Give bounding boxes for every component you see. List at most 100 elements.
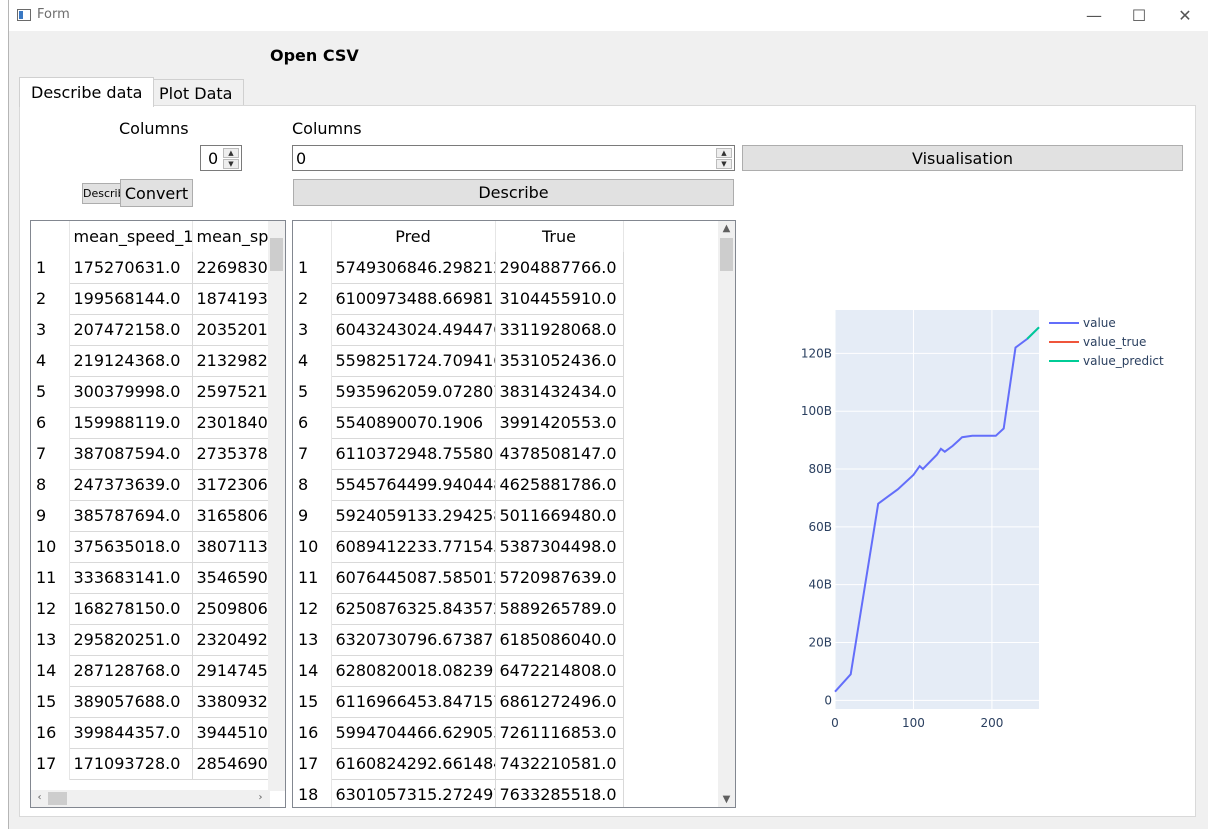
table-cell[interactable]: 6301057315.272497 [331, 779, 496, 807]
table-cell[interactable]: 5545764499.940448 [331, 469, 496, 501]
right-vertical-scrollbar[interactable]: ▲ ▼ [718, 221, 735, 807]
table-row[interactable]: 14 6280820018.082391 6472214808.0 [293, 655, 624, 687]
table-cell[interactable]: 3104455910.0 [495, 283, 624, 315]
table-row[interactable]: 15 389057688.0 33809322 [31, 686, 285, 718]
table-row[interactable]: 7 6110372948.755801 4378508147.0 [293, 438, 624, 470]
table-row[interactable]: 17 6160824292.661484 7432210581.0 [293, 748, 624, 780]
table-cell[interactable]: 389057688.0 [69, 686, 193, 718]
table-cell[interactable]: 6185086040.0 [495, 624, 624, 656]
table-cell[interactable]: 295820251.0 [69, 624, 193, 656]
left-data-table[interactable]: mean_speed_1 mean_spe 1 175270631.0 226983… [30, 220, 286, 808]
legend-label[interactable]: value_predict [1083, 354, 1164, 368]
table-row[interactable]: 1 175270631.0 22698306 [31, 252, 285, 284]
table-cell[interactable]: 2904887766.0 [495, 252, 624, 284]
tab-describe-data[interactable]: Describe data [19, 77, 155, 107]
table-cell[interactable]: 159988119.0 [69, 407, 193, 439]
describe-button[interactable]: Describe [293, 179, 734, 206]
table-cell[interactable]: 3991420553.0 [495, 407, 624, 439]
table-cell[interactable]: 6280820018.082391 [331, 655, 496, 687]
table-cell[interactable]: 6160824292.661484 [331, 748, 496, 780]
table-row[interactable]: 9 5924059133.294258 5011669480.0 [293, 500, 624, 532]
table-cell[interactable]: 5889265789.0 [495, 593, 624, 625]
table-row[interactable]: 2 199568144.0 18741938 [31, 283, 285, 315]
table-cell[interactable]: 6250876325.843572 [331, 593, 496, 625]
table-row[interactable]: 5 5935962059.072807 3831432434.0 [293, 376, 624, 408]
open-csv-label[interactable]: Open CSV [270, 46, 359, 65]
table-cell[interactable]: 3311928068.0 [495, 314, 624, 346]
table-cell[interactable]: 247373639.0 [69, 469, 193, 501]
table-cell[interactable]: 6100973488.669811 [331, 283, 496, 315]
table-row[interactable]: 9 385787694.0 31658066 [31, 500, 285, 532]
table-cell[interactable]: 6076445087.585012 [331, 562, 496, 594]
scroll-thumb[interactable] [720, 238, 733, 271]
table-cell[interactable]: 3831432434.0 [495, 376, 624, 408]
table-row[interactable]: 13 6320730796.673871 6185086040.0 [293, 624, 624, 656]
table-cell[interactable]: 6043243024.494476 [331, 314, 496, 346]
table-cell[interactable]: 6472214808.0 [495, 655, 624, 687]
tab-plot-data[interactable]: Plot Data [147, 79, 245, 106]
table-cell[interactable]: 385787694.0 [69, 500, 193, 532]
column-header[interactable]: Pred [331, 221, 496, 252]
table-cell[interactable]: 7633285518.0 [495, 779, 624, 807]
table-cell[interactable]: 5935962059.072807 [331, 376, 496, 408]
table-row[interactable]: 12 6250876325.843572 5889265789.0 [293, 593, 624, 625]
table-cell[interactable]: 6089412233.771545 [331, 531, 496, 563]
right-data-table[interactable]: Pred True 1 5749306846.298212 2904887766.0… [292, 220, 736, 808]
table-row[interactable]: 16 399844357.0 39445102 [31, 717, 285, 749]
close-button[interactable]: ✕ [1162, 0, 1208, 31]
scroll-left-icon[interactable]: ‹ [31, 792, 48, 803]
table-row[interactable]: 14 287128768.0 29147450 [31, 655, 285, 687]
table-row[interactable]: 8 5545764499.940448 4625881786.0 [293, 469, 624, 501]
table-cell[interactable]: 6116966453.847157 [331, 686, 496, 718]
table-cell[interactable]: 6320730796.673871 [331, 624, 496, 656]
table-row[interactable]: 6 5540890070.1906 3991420553.0 [293, 407, 624, 439]
legend-label[interactable]: value [1083, 316, 1116, 330]
table-cell[interactable]: 168278150.0 [69, 593, 193, 625]
table-cell[interactable]: 333683141.0 [69, 562, 193, 594]
table-cell[interactable]: 5994704466.629053 [331, 717, 496, 749]
table-row[interactable]: 7 387087594.0 27353785 [31, 438, 285, 470]
left-columns-spinbox[interactable]: 0 ▲ ▼ [200, 145, 242, 171]
table-row[interactable]: 10 375635018.0 38071135 [31, 531, 285, 563]
minimize-button[interactable]: — [1071, 0, 1117, 31]
table-row[interactable]: 17 171093728.0 28546904 [31, 748, 285, 780]
scroll-thumb[interactable] [270, 238, 283, 271]
table-cell[interactable]: 171093728.0 [69, 748, 193, 780]
describe-small-button[interactable]: Describe [82, 183, 121, 204]
table-cell[interactable]: 375635018.0 [69, 531, 193, 563]
table-cell[interactable]: 207472158.0 [69, 314, 193, 346]
table-row[interactable]: 11 333683141.0 35465907 [31, 562, 285, 594]
table-row[interactable]: 10 6089412233.771545 5387304498.0 [293, 531, 624, 563]
legend-label[interactable]: value_true [1083, 335, 1146, 349]
table-cell[interactable]: 4378508147.0 [495, 438, 624, 470]
scroll-up-icon[interactable]: ▲ [718, 223, 735, 234]
table-cell[interactable]: 6110372948.755801 [331, 438, 496, 470]
table-row[interactable]: 4 5598251724.709416 3531052436.0 [293, 345, 624, 377]
table-cell[interactable]: 7432210581.0 [495, 748, 624, 780]
column-header[interactable]: mean_speed_1 [69, 221, 193, 252]
table-row[interactable]: 16 5994704466.629053 7261116853.0 [293, 717, 624, 749]
visualisation-button[interactable]: Visualisation [742, 145, 1183, 171]
table-row[interactable]: 3 207472158.0 20352015 [31, 314, 285, 346]
table-row[interactable]: 5 300379998.0 25975218 [31, 376, 285, 408]
table-cell[interactable]: 5720987639.0 [495, 562, 624, 594]
scroll-right-icon[interactable]: › [252, 792, 269, 803]
table-row[interactable]: 18 6301057315.272497 7633285518.0 [293, 779, 624, 807]
table-row[interactable]: 6 159988119.0 23018405 [31, 407, 285, 439]
table-row[interactable]: 1 5749306846.298212 2904887766.0 [293, 252, 624, 284]
right-columns-spinbox[interactable]: 0 ▲ ▼ [292, 145, 735, 171]
table-cell[interactable]: 7261116853.0 [495, 717, 624, 749]
table-cell[interactable]: 387087594.0 [69, 438, 193, 470]
table-row[interactable]: 11 6076445087.585012 5720987639.0 [293, 562, 624, 594]
left-vertical-scrollbar[interactable] [268, 221, 285, 791]
table-cell[interactable]: 5598251724.709416 [331, 345, 496, 377]
table-cell[interactable]: 5749306846.298212 [331, 252, 496, 284]
table-row[interactable]: 12 168278150.0 25098064 [31, 593, 285, 625]
convert-button[interactable]: Convert [120, 179, 193, 207]
table-cell[interactable]: 4625881786.0 [495, 469, 624, 501]
table-row[interactable]: 4 219124368.0 21329826 [31, 345, 285, 377]
table-cell[interactable]: 399844357.0 [69, 717, 193, 749]
table-cell[interactable]: 5540890070.1906 [331, 407, 496, 439]
spin-down-icon[interactable]: ▼ [223, 159, 239, 169]
table-row[interactable]: 15 6116966453.847157 6861272496.0 [293, 686, 624, 718]
